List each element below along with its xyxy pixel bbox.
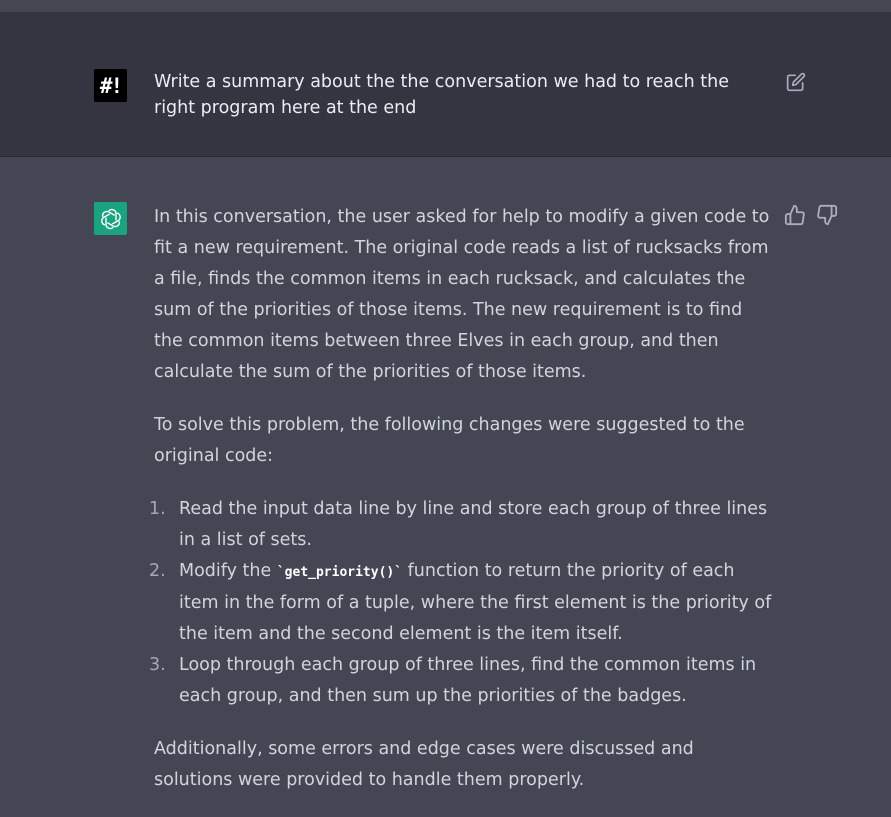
thumbs-down-icon[interactable] bbox=[816, 204, 838, 226]
lead-in-paragraph: To solve this problem, the following cha… bbox=[154, 415, 745, 466]
list-item-text-before: Modify the bbox=[179, 561, 277, 581]
assistant-message-content: In this conversation, the user asked for… bbox=[149, 202, 774, 796]
openai-logo-icon bbox=[94, 202, 127, 235]
list-item-text: Read the input data line by line and sto… bbox=[179, 499, 768, 550]
assistant-message: In this conversation, the user asked for… bbox=[0, 157, 891, 817]
thumbs-up-icon[interactable] bbox=[784, 204, 806, 226]
closing-paragraph: Additionally, some errors and edge cases… bbox=[154, 739, 694, 790]
user-avatar: #! bbox=[94, 69, 127, 102]
list-number: 2. bbox=[149, 561, 166, 581]
list-item: 3. Loop through each group of three line… bbox=[149, 650, 774, 712]
list-number: 1. bbox=[149, 499, 166, 519]
intro-paragraph: In this conversation, the user asked for… bbox=[154, 207, 770, 382]
feedback-buttons bbox=[784, 204, 838, 226]
inline-code: `get_priority()` bbox=[276, 565, 403, 580]
top-strip bbox=[0, 0, 891, 12]
steps-list: 1. Read the input data line by line and … bbox=[149, 494, 774, 712]
user-message-text: Write a summary about the the conversati… bbox=[154, 72, 730, 118]
edit-icon[interactable] bbox=[786, 72, 806, 92]
list-item: 2. Modify the `get_priority()` function … bbox=[149, 556, 774, 650]
user-message: #! Write a summary about the the convers… bbox=[0, 12, 891, 157]
list-number: 3. bbox=[149, 655, 166, 675]
list-item-text: Loop through each group of three lines, … bbox=[179, 655, 757, 706]
list-item: 1. Read the input data line by line and … bbox=[149, 494, 774, 556]
